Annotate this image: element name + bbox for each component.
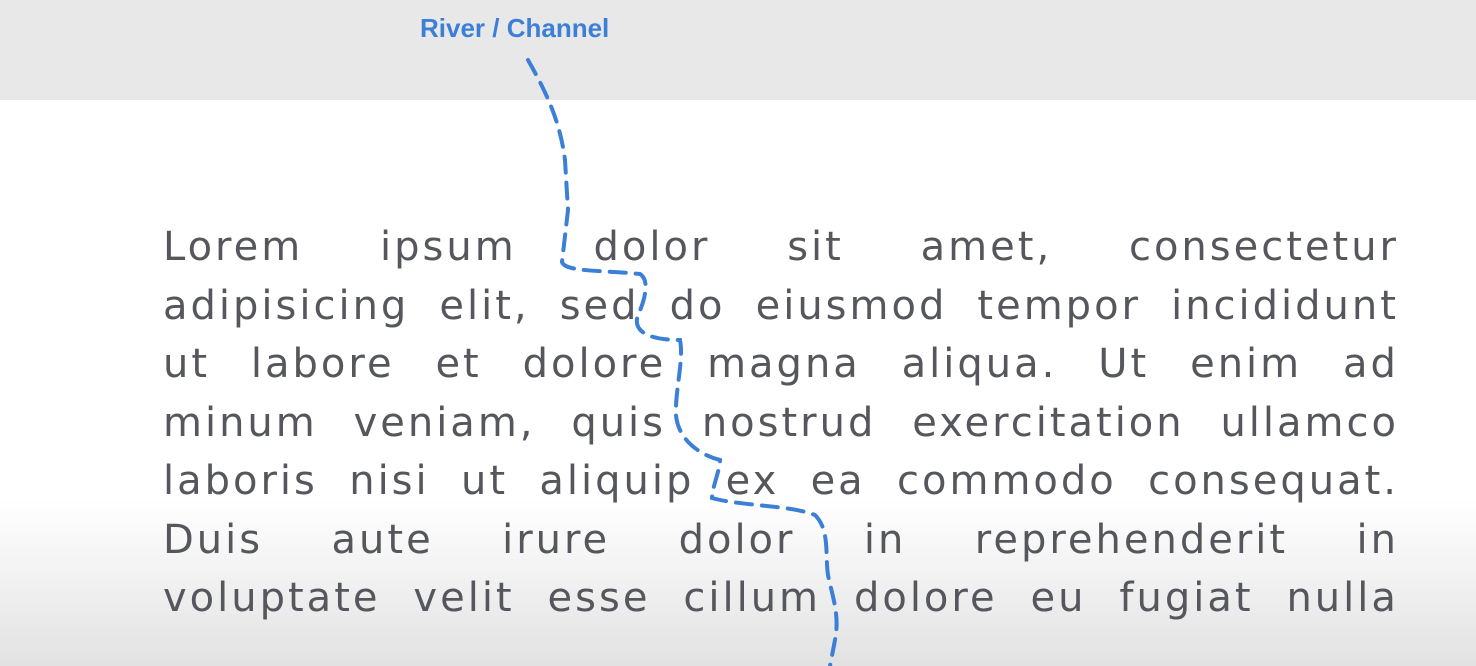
word: voluptate bbox=[163, 575, 381, 621]
word: tempor bbox=[977, 282, 1141, 329]
word: elit, bbox=[439, 282, 530, 329]
word: dolor bbox=[678, 516, 796, 563]
word: incididunt bbox=[1171, 282, 1399, 329]
word: in bbox=[863, 516, 907, 563]
word: ut bbox=[460, 458, 509, 504]
word: laboris bbox=[163, 458, 318, 504]
word: ad bbox=[1342, 341, 1399, 387]
word: ut bbox=[163, 341, 211, 387]
paragraph-line: voluptate velit esse cillum dolore eu fugiat nu… bbox=[163, 569, 1399, 628]
word: esse bbox=[547, 575, 651, 621]
word: nulla bbox=[1286, 575, 1399, 621]
paragraph-line: laboris nisi ut aliquip ex ea commodo consequat… bbox=[163, 452, 1399, 511]
word: cillum bbox=[683, 575, 822, 621]
word: eiusmod bbox=[755, 282, 948, 329]
word: amet, bbox=[920, 224, 1053, 270]
river-channel-label: River / Channel bbox=[420, 13, 610, 43]
word: aliquip bbox=[539, 458, 695, 504]
word: Duis bbox=[163, 516, 264, 563]
word: reprehenderit bbox=[974, 516, 1289, 563]
word: consectetur bbox=[1128, 224, 1399, 270]
word: ex bbox=[725, 458, 780, 504]
word: Ut bbox=[1098, 341, 1150, 387]
word: nisi bbox=[349, 458, 430, 504]
word: consequat. bbox=[1148, 458, 1399, 504]
word: sit bbox=[787, 224, 844, 270]
word: et bbox=[435, 341, 482, 387]
word: fugiat bbox=[1119, 575, 1254, 621]
word: dolore bbox=[853, 575, 998, 621]
paragraph-line: minum veniam, quis nostrud exercitation ullam… bbox=[163, 394, 1399, 453]
word: Lorem bbox=[163, 224, 304, 270]
word: adipisicing bbox=[163, 282, 410, 329]
word: dolore bbox=[522, 341, 667, 387]
word: aute bbox=[331, 516, 434, 563]
word: commodo bbox=[897, 458, 1117, 504]
word: minum bbox=[163, 399, 318, 446]
paragraph-line: adipisicing elit, sed do eiusmod tempor incidi… bbox=[163, 277, 1399, 336]
word: aliqua. bbox=[901, 341, 1058, 387]
word: sed bbox=[559, 282, 640, 329]
word: dolor bbox=[593, 224, 711, 270]
word: veniam, bbox=[353, 399, 536, 446]
word: enim bbox=[1190, 341, 1303, 387]
word: irure bbox=[502, 516, 611, 563]
word: labore bbox=[250, 341, 395, 387]
word: in bbox=[1356, 516, 1399, 563]
word: do bbox=[669, 282, 726, 329]
word: ea bbox=[810, 458, 866, 504]
word: velit bbox=[413, 575, 515, 621]
word: exercitation bbox=[912, 399, 1185, 446]
word: ullamco bbox=[1220, 399, 1399, 446]
justified-paragraph: Lorem ipsum dolor sit amet, consectetur adipis… bbox=[163, 218, 1399, 628]
top-band bbox=[0, 0, 1476, 100]
word: ipsum bbox=[380, 224, 517, 270]
paragraph-line: Lorem ipsum dolor sit amet, consectetur bbox=[163, 218, 1399, 277]
paragraph-line: ut labore et dolore magna aliqua. Ut enim ad bbox=[163, 335, 1399, 394]
word: quis bbox=[571, 399, 667, 446]
paragraph-line: Duis aute irure dolor in reprehenderit in bbox=[163, 511, 1399, 570]
word: nostrud bbox=[701, 399, 877, 446]
word: eu bbox=[1030, 575, 1087, 621]
word: magna bbox=[707, 341, 861, 387]
